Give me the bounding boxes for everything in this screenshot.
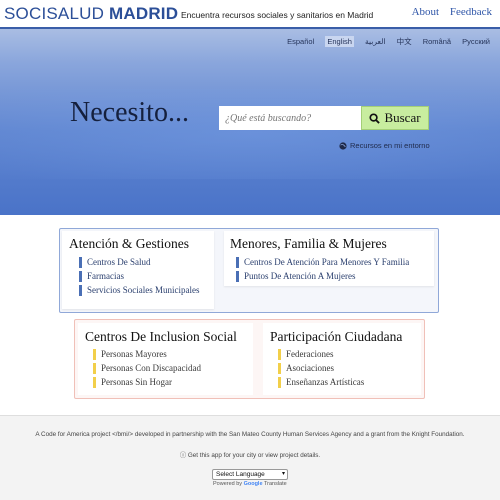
search-icon	[369, 112, 381, 124]
category-item[interactable]: Puntos De Atención A Mujeres	[236, 271, 356, 282]
lang-russian[interactable]: Русский	[462, 37, 490, 46]
category-item[interactable]: Asociaciones	[278, 363, 334, 374]
lang-romanian[interactable]: Română	[423, 37, 451, 46]
nearby-resources-label: Recursos en mi entorno	[350, 141, 430, 150]
about-link[interactable]: About	[412, 6, 440, 18]
footer-credit: A Code for America project </bmi/> devel…	[35, 431, 465, 438]
language-select[interactable]: Select Language ▾	[212, 469, 288, 480]
lang-spanish[interactable]: Español	[287, 37, 314, 46]
top-header: SOCISALUD MADRID Encuentra recursos soci…	[0, 0, 500, 29]
top-nav: About Feedback	[404, 6, 492, 18]
translate-label: Translate	[263, 481, 287, 487]
search-prompt: Necesito...	[70, 97, 189, 128]
lang-arabic[interactable]: العربية	[365, 37, 386, 46]
category-title-inclusion[interactable]: Centros De Inclusion Social	[85, 329, 237, 345]
lang-english[interactable]: English	[325, 36, 354, 47]
powered-by-google: Powered by Google Translate	[213, 481, 287, 487]
search-button-label: Buscar	[384, 110, 421, 125]
category-title-participacion[interactable]: Participación Ciudadana	[270, 329, 402, 345]
category-item[interactable]: Centros De Salud	[79, 257, 151, 268]
chevron-down-icon: ▾	[281, 471, 285, 477]
feedback-link[interactable]: Feedback	[450, 6, 492, 18]
search-button[interactable]: Buscar	[361, 106, 429, 130]
brand-name-light: SOCISALUD	[4, 4, 105, 23]
page-footer: A Code for America project </bmi/> devel…	[0, 415, 500, 500]
get-app-link[interactable]: ⓘ Get this app for your city or view pro…	[0, 450, 500, 459]
language-select-value: Select Language	[216, 471, 265, 478]
category-item[interactable]: Enseñanzas Artísticas	[278, 377, 364, 388]
info-icon: ⓘ	[179, 452, 187, 459]
category-item[interactable]: Servicios Sociales Municipales	[79, 285, 199, 296]
category-item[interactable]: Farmacias	[79, 271, 124, 282]
nearby-resources-link[interactable]: Recursos en mi entorno	[339, 141, 430, 150]
category-item[interactable]: Personas Con Discapacidad	[93, 363, 201, 374]
category-item[interactable]: Centros De Atención Para Menores Y Famil…	[236, 257, 409, 268]
category-item[interactable]: Federaciones	[278, 349, 333, 360]
search-input[interactable]	[219, 106, 362, 130]
google-logo: Google	[243, 481, 263, 487]
get-app-label: Get this app for your city or view proje…	[187, 452, 321, 459]
category-title-atencion[interactable]: Atención & Gestiones	[69, 236, 189, 252]
lang-chinese[interactable]: 中文	[397, 37, 412, 46]
powered-prefix: Powered by	[213, 481, 243, 487]
category-item[interactable]: Personas Sin Hogar	[93, 377, 172, 388]
brand-name-bold: MADRID	[109, 4, 179, 23]
category-title-menores[interactable]: Menores, Familia & Mujeres	[230, 236, 387, 252]
site-tagline: Encuentra recursos sociales y sanitarios…	[181, 10, 374, 20]
language-switcher: Español English العربية 中文 Română Русски…	[278, 36, 490, 47]
site-logo[interactable]: SOCISALUD MADRID	[4, 4, 178, 24]
category-item[interactable]: Personas Mayores	[93, 349, 167, 360]
globe-icon	[339, 141, 347, 150]
